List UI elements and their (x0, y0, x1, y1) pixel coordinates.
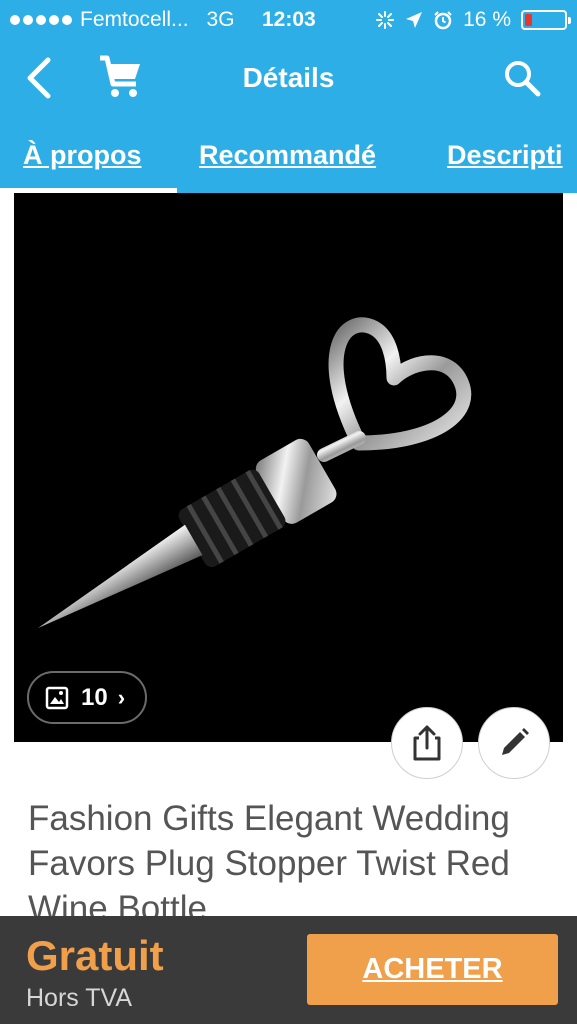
battery-icon (521, 10, 571, 30)
edit-button[interactable] (478, 707, 550, 779)
tab-a-propos[interactable]: À propos (23, 140, 142, 171)
gallery-icon (45, 686, 69, 709)
status-time: 12:03 (262, 8, 316, 31)
battery-percent: 16 % (463, 8, 511, 31)
product-image[interactable]: 10 › (14, 193, 563, 742)
status-bar: Femtocell... 3G 12:03 16 % (0, 0, 577, 40)
tab-bar: À propos Recommandé Descripti (0, 128, 577, 193)
location-arrow-icon (406, 12, 423, 28)
purchase-bar: Gratuit Hors TVA ACHETER (0, 916, 577, 1024)
activity-icon (376, 11, 395, 29)
edit-icon (502, 728, 529, 755)
page-title: Détails (242, 62, 335, 93)
chevron-right-icon: › (117, 684, 126, 710)
nav-bar: Détails (0, 40, 577, 118)
tab-recommande[interactable]: Recommandé (199, 140, 376, 171)
share-icon (413, 725, 441, 761)
app-header: Femtocell... 3G 12:03 16 % Détails À pro… (0, 0, 577, 193)
carrier-name: Femtocell... (80, 8, 189, 31)
search-icon[interactable] (502, 58, 542, 98)
share-button[interactable] (391, 707, 463, 779)
buy-button[interactable]: ACHETER (307, 934, 558, 1005)
wine-stopper-illustration (37, 317, 472, 629)
signal-dots-icon (10, 15, 72, 25)
tax-note: Hors TVA (26, 984, 133, 1012)
photo-count-value: 10 (81, 683, 108, 711)
product-title: Fashion Gifts Elegant Wedding Favors Plu… (28, 799, 510, 916)
network-type: 3G (206, 8, 235, 31)
price-label: Gratuit (26, 932, 164, 979)
alarm-icon (434, 11, 452, 30)
tab-description[interactable]: Descripti (447, 140, 563, 171)
photo-gallery-button[interactable]: 10 › (27, 671, 147, 724)
